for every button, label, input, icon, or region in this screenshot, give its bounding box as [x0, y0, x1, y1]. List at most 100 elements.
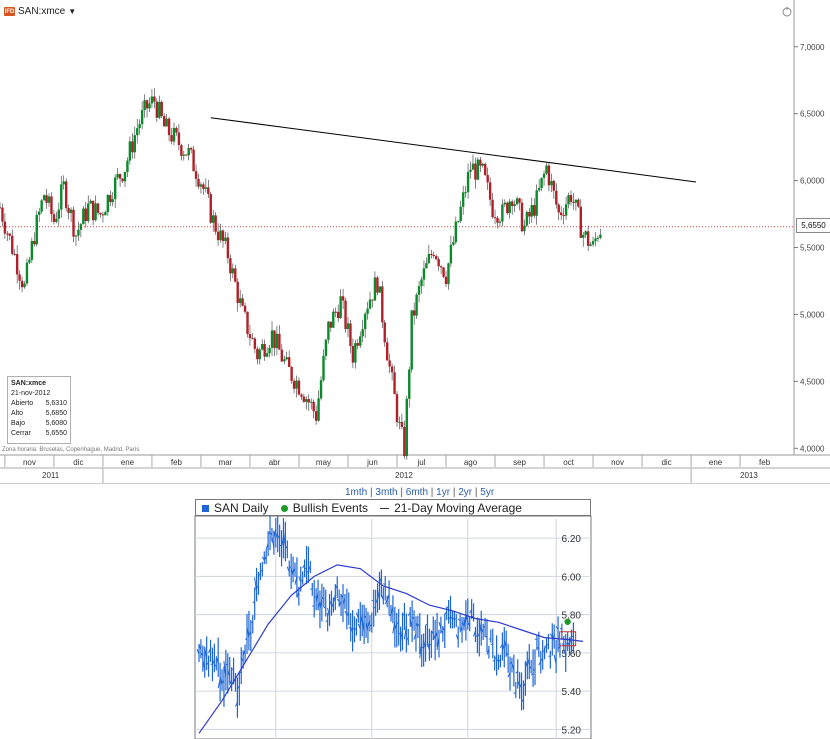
candle-body [506, 202, 509, 214]
candle-body [496, 217, 499, 223]
candle-body [314, 411, 318, 421]
candle-body [258, 349, 261, 360]
candle-body [28, 259, 31, 263]
legend-san-daily: SAN Daily [202, 501, 269, 515]
candle-body [559, 212, 563, 216]
candle-body [180, 145, 183, 156]
candle-body [479, 159, 482, 166]
candle-body [60, 184, 63, 210]
y-tick-label: 4,5000 [800, 377, 825, 386]
candle-body [390, 366, 394, 373]
candle-body [89, 200, 92, 204]
candle-body [528, 211, 531, 217]
candle-body [305, 399, 308, 402]
candle-body [329, 321, 333, 328]
timezone-note: Zona horaria: Bruselas, Copenhague, Madr… [2, 447, 140, 453]
candle-body [542, 173, 546, 178]
candle-body [488, 182, 492, 200]
candle-body [77, 229, 80, 236]
candle-body [121, 178, 124, 182]
bottom-y-tick-label: 5.20 [562, 725, 582, 736]
candle-body [40, 200, 43, 212]
month-label: ago [464, 458, 478, 467]
candle-body [302, 396, 306, 402]
range-1mth[interactable]: 1mth [345, 487, 367, 498]
candle-body [459, 206, 462, 222]
year-label-2013: 2013 [740, 471, 758, 480]
range-3mth[interactable]: 3mth [375, 487, 397, 498]
candle-body [525, 211, 529, 226]
range-1yr[interactable]: 1yr [436, 487, 450, 498]
candle-body [439, 266, 443, 268]
candle-body [297, 380, 301, 395]
candle-body [104, 212, 107, 216]
ohlc-infobox: SAN:xmce 21-nov-2012 Abierto 5,6310 Alto… [7, 376, 71, 444]
candle-body [23, 283, 26, 288]
legend-ma-label: 21-Day Moving Average [394, 500, 522, 515]
candle-body [91, 200, 95, 221]
candle-body [452, 242, 455, 245]
candle-body [376, 277, 379, 293]
candle-body [368, 299, 372, 309]
candle-body [510, 201, 514, 206]
candle-body [498, 221, 502, 223]
candle-body [582, 234, 585, 238]
candle-body [84, 208, 87, 222]
range-5yr[interactable]: 5yr [480, 487, 494, 498]
candle-body [278, 333, 281, 350]
candle-body [398, 422, 401, 424]
bottom-y-tick-label: 6.20 [562, 534, 582, 545]
candle-body [584, 231, 587, 235]
candle-body [67, 208, 70, 213]
candle-body [530, 205, 533, 217]
square-icon [202, 504, 209, 512]
candle-body [138, 124, 141, 129]
candle-body [292, 380, 296, 389]
candle-body [351, 345, 355, 363]
candle-body [202, 184, 205, 189]
candle-body [599, 234, 602, 238]
candle-body [185, 154, 188, 156]
candle-body [182, 154, 185, 156]
candle-body [273, 330, 276, 349]
candle-body [312, 401, 315, 412]
candle-body [113, 177, 117, 200]
candle-body [177, 132, 181, 146]
candle-body [508, 201, 511, 214]
legend-bullish-events: Bullish Events [280, 501, 368, 515]
candle-body [35, 214, 38, 245]
candle-body [471, 163, 475, 170]
ohlc-row-open: Abierto 5,6310 [11, 399, 67, 409]
candle-body [0, 207, 2, 209]
candle-body [158, 101, 161, 118]
month-label: ene [121, 458, 135, 467]
year-label-2012: 2012 [395, 471, 413, 480]
candle-body [535, 190, 538, 216]
range-2yr[interactable]: 2yr [458, 487, 472, 498]
candle-body [197, 178, 200, 187]
candle-body [96, 203, 100, 213]
y-tick-label: 7,0000 [800, 43, 825, 52]
candle-body [447, 263, 450, 285]
range-6mth[interactable]: 6mth [406, 487, 428, 498]
candle-body [116, 174, 119, 178]
candle-body [596, 237, 600, 239]
candle-body [484, 163, 487, 176]
ohlc-low-label: Bajo [11, 420, 26, 427]
candle-body [6, 233, 9, 235]
candle-body [555, 190, 558, 205]
candle-body [290, 366, 293, 381]
candle-body [591, 241, 595, 245]
candle-body [133, 135, 136, 153]
candle-body [187, 148, 190, 156]
ohlc-symbol: SAN:xmce [11, 380, 47, 387]
ohlc-open-value: 5,6310 [45, 400, 67, 407]
candle-body [457, 221, 460, 223]
candle-body [574, 199, 578, 203]
candle-body [8, 233, 12, 236]
month-label: jun [366, 458, 378, 467]
candle-body [579, 206, 582, 238]
candle-body [33, 240, 36, 245]
bottom-chart-canvas: 6.206.005.805.605.405.20 [194, 511, 592, 739]
candle-body [513, 204, 516, 206]
